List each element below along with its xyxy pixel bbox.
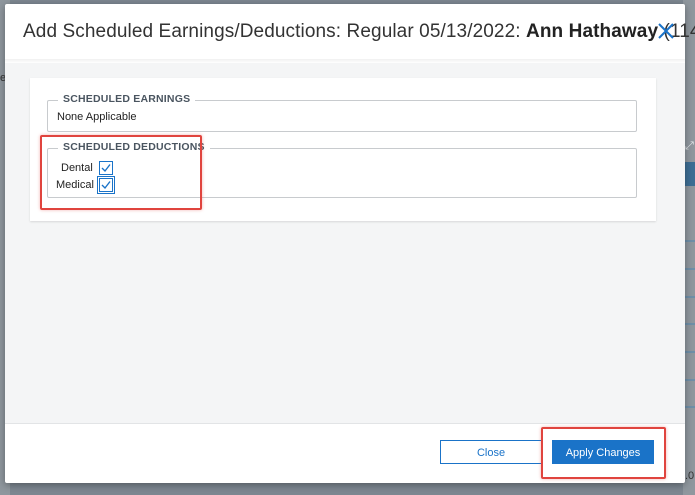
close-x-icon[interactable]	[655, 19, 677, 43]
expand-icon: ⤢	[685, 140, 694, 152]
employee-name: Ann Hathaway	[526, 21, 659, 42]
earnings-empty-text: None Applicable	[57, 111, 137, 123]
scheduled-earnings-group: SCHEDULED EARNINGS None Applicable	[47, 93, 637, 132]
close-button[interactable]: Close	[440, 440, 542, 464]
dialog-title-prefix: Add Scheduled Earnings/Deductions: Regul…	[23, 21, 527, 42]
scheduled-earnings-deductions-dialog: Add Scheduled Earnings/Deductions: Regul…	[5, 4, 695, 483]
footer-divider	[5, 423, 685, 424]
dialog-body: SCHEDULED EARNINGS None Applicable SCHED…	[5, 63, 685, 423]
scheduled-earnings-legend: SCHEDULED EARNINGS	[58, 93, 196, 105]
dialog-header: Add Scheduled Earnings/Deductions: Regul…	[5, 4, 695, 60]
background-text-fragment: .0	[685, 470, 695, 482]
deductions-highlight-box	[40, 135, 202, 210]
dialog-title: Add Scheduled Earnings/Deductions: Regul…	[23, 21, 695, 43]
apply-changes-highlight-box	[541, 427, 666, 479]
